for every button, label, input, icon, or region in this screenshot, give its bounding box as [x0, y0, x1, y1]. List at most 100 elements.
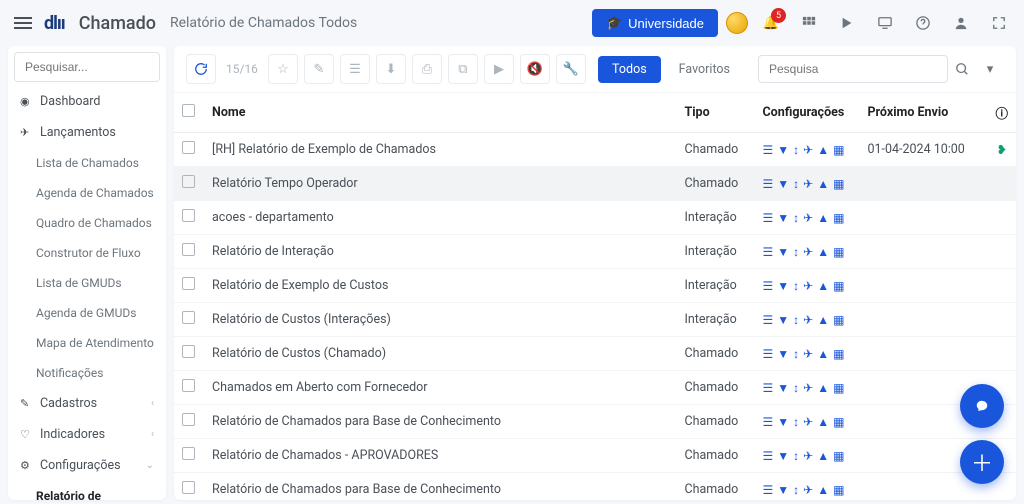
print-button[interactable]: ⎙ [412, 54, 442, 84]
table-row[interactable]: Relatório de Chamados para Base de Conhe… [174, 473, 1016, 501]
list-icon[interactable]: ☰ [762, 483, 773, 497]
filter-icon[interactable]: ▼ [777, 211, 789, 225]
list-icon[interactable]: ☰ [762, 313, 773, 327]
list-icon[interactable]: ☰ [762, 245, 773, 259]
grid-icon[interactable]: ▦ [833, 211, 844, 225]
sort-icon[interactable]: ↕ [793, 347, 799, 361]
table-row[interactable]: Relatório de Custos (Chamado) Chamado ☰▼… [174, 337, 1016, 371]
user-cfg-icon[interactable]: ▲ [817, 483, 829, 497]
filter-icon[interactable]: ▼ [777, 449, 789, 463]
row-checkbox[interactable] [182, 379, 195, 392]
grid-icon[interactable]: ▦ [833, 279, 844, 293]
row-checkbox[interactable] [182, 481, 195, 494]
sort-icon[interactable]: ↕ [793, 313, 799, 327]
table-row[interactable]: Relatório de Chamados para Base de Conhe… [174, 405, 1016, 439]
sidebar-item[interactable]: ◉Dashboard [8, 86, 166, 117]
table-row[interactable]: acoes - departamento Interação ☰▼↕✈▲▦ [174, 201, 1016, 235]
sidebar-item[interactable]: ⚙Configurações⌄ [8, 450, 166, 481]
sort-icon[interactable]: ↕ [793, 143, 799, 157]
grid-icon[interactable]: ▦ [833, 483, 844, 497]
list-icon[interactable]: ☰ [762, 347, 773, 361]
row-checkbox[interactable] [182, 209, 195, 222]
header-config[interactable]: Configurações [754, 93, 859, 133]
filter-icon[interactable]: ▼ [777, 279, 789, 293]
row-checkbox[interactable] [182, 141, 195, 154]
user-icon[interactable] [952, 14, 970, 32]
grid-icon[interactable]: ▦ [833, 347, 844, 361]
refresh-button[interactable] [186, 54, 216, 84]
table-row[interactable]: Chamados em Aberto com Fornecedor Chamad… [174, 371, 1016, 405]
mute-button[interactable]: 🔇 [520, 54, 550, 84]
user-cfg-icon[interactable]: ▲ [817, 415, 829, 429]
header-nome[interactable]: Nome [204, 93, 676, 133]
university-button[interactable]: 🎓 Universidade [592, 9, 718, 37]
user-cfg-icon[interactable]: ▲ [817, 313, 829, 327]
sort-icon[interactable]: ↕ [793, 449, 799, 463]
filter-icon[interactable]: ▼ [777, 381, 789, 395]
row-checkbox[interactable] [182, 243, 195, 256]
filter-tab[interactable]: Todos [598, 56, 661, 83]
coin-icon[interactable] [726, 12, 748, 34]
help-icon[interactable] [914, 14, 932, 32]
monitor-icon[interactable] [876, 14, 894, 32]
send-icon[interactable]: ✈ [803, 245, 813, 259]
tool-button[interactable]: 🔧 [556, 54, 586, 84]
list-icon[interactable]: ☰ [762, 449, 773, 463]
copy-button[interactable]: ⧉ [448, 54, 478, 84]
chat-fab[interactable] [960, 384, 1004, 428]
header-envio[interactable]: Próximo Envio [859, 93, 987, 133]
send-icon[interactable]: ✈ [803, 143, 813, 157]
table-row[interactable]: [RH] Relatório de Exemplo de Chamados Ch… [174, 133, 1016, 167]
send-icon[interactable]: ✈ [803, 279, 813, 293]
sidebar-item[interactable]: Lista de GMUDs [8, 268, 166, 298]
menu-toggle[interactable] [10, 13, 36, 33]
sort-icon[interactable]: ↕ [793, 415, 799, 429]
sidebar-item[interactable]: Quadro de Chamados [8, 208, 166, 238]
list-icon[interactable]: ☰ [762, 211, 773, 225]
filter-icon[interactable]: ▼ [777, 347, 789, 361]
sidebar-search-input[interactable] [14, 52, 160, 82]
list-icon[interactable]: ☰ [762, 415, 773, 429]
user-cfg-icon[interactable]: ▲ [817, 449, 829, 463]
sort-icon[interactable]: ↕ [793, 211, 799, 225]
user-cfg-icon[interactable]: ▲ [817, 381, 829, 395]
sidebar-item[interactable]: Agenda de GMUDs [8, 298, 166, 328]
list-icon[interactable]: ☰ [762, 143, 773, 157]
send-icon[interactable]: ✈ [803, 177, 813, 191]
sort-icon[interactable]: ↕ [793, 279, 799, 293]
play-toolbar-button[interactable]: ▶ [484, 54, 514, 84]
sidebar-item[interactable]: Notificações [8, 358, 166, 388]
table-row[interactable]: Relatório de Exemplo de Custos Interação… [174, 269, 1016, 303]
send-icon[interactable]: ✈ [803, 347, 813, 361]
table-row[interactable]: Relatório de Interação Interação ☰▼↕✈▲▦ [174, 235, 1016, 269]
user-cfg-icon[interactable]: ▲ [817, 279, 829, 293]
edit-button[interactable]: ✎ [304, 54, 334, 84]
filter-icon[interactable]: ▼ [777, 143, 789, 157]
user-cfg-icon[interactable]: ▲ [817, 143, 829, 157]
user-cfg-icon[interactable]: ▲ [817, 245, 829, 259]
sidebar-item[interactable]: ✈Lançamentos [8, 117, 166, 148]
sidebar-item[interactable]: ✎Cadastros‹ [8, 388, 166, 419]
add-fab[interactable]: ＋ [960, 440, 1004, 484]
sidebar-item[interactable]: Relatório de Chamados [8, 481, 166, 500]
send-icon[interactable]: ✈ [803, 483, 813, 497]
dropdown-button[interactable]: ▾ [976, 55, 1004, 83]
list-button[interactable]: ☰ [340, 54, 370, 84]
filter-icon[interactable]: ▼ [777, 245, 789, 259]
header-tipo[interactable]: Tipo [676, 93, 754, 133]
grid-icon[interactable]: ▦ [833, 381, 844, 395]
row-checkbox[interactable] [182, 413, 195, 426]
list-icon[interactable]: ☰ [762, 279, 773, 293]
sidebar-item[interactable]: ♡Indicadores‹ [8, 419, 166, 450]
filter-icon[interactable]: ▼ [777, 483, 789, 497]
user-cfg-icon[interactable]: ▲ [817, 211, 829, 225]
row-checkbox[interactable] [182, 277, 195, 290]
sort-icon[interactable]: ↕ [793, 245, 799, 259]
sort-icon[interactable]: ↕ [793, 177, 799, 191]
sort-icon[interactable]: ↕ [793, 381, 799, 395]
grid-icon[interactable]: ▦ [833, 313, 844, 327]
grid-icon[interactable]: ▦ [833, 143, 844, 157]
row-checkbox[interactable] [182, 175, 195, 188]
send-icon[interactable]: ✈ [803, 381, 813, 395]
grid-icon[interactable]: ▦ [833, 449, 844, 463]
